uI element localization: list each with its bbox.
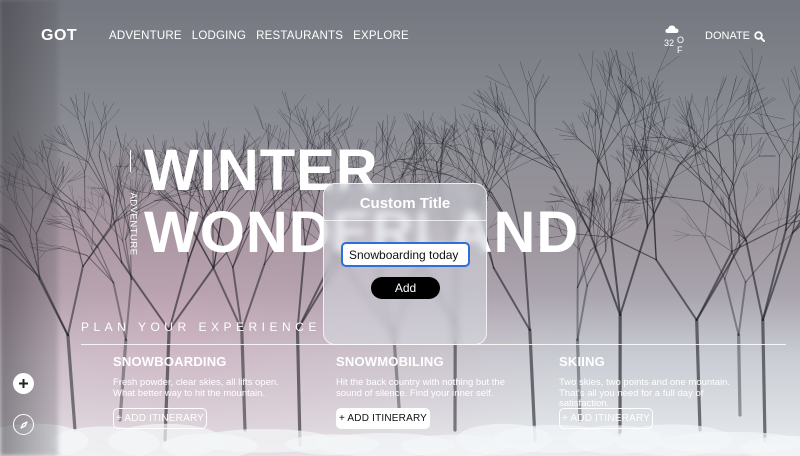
hero-category: ADVENTURE bbox=[124, 150, 139, 256]
menu-item-explore[interactable]: EXPLORE bbox=[353, 30, 409, 42]
top-nav: GOT ADVENTURE LODGING RESTAURANTS EXPLOR… bbox=[0, 0, 800, 70]
menu-item-adventure[interactable]: ADVENTURE bbox=[109, 30, 182, 42]
compass-button[interactable] bbox=[13, 414, 34, 435]
hero-category-rule bbox=[130, 150, 131, 172]
card-description: Two skies, two points and one mountain. … bbox=[559, 377, 731, 409]
title-input[interactable] bbox=[341, 242, 470, 267]
card-description: Fresh powder, clear skies, all lifts ope… bbox=[113, 377, 279, 399]
plan-divider bbox=[81, 344, 786, 345]
menu-item-lodging[interactable]: LODGING bbox=[192, 30, 246, 42]
site-logo[interactable]: GOT bbox=[41, 27, 77, 45]
card-title: SNOWBOARDING bbox=[113, 354, 227, 369]
weather-widget: 32 O F bbox=[663, 24, 695, 55]
search-icon[interactable] bbox=[754, 30, 766, 42]
add-itinerary-button[interactable]: + ADD ITINERARY bbox=[113, 408, 207, 429]
menu-item-restaurants[interactable]: RESTAURANTS bbox=[256, 30, 343, 42]
main-menu: ADVENTURE LODGING RESTAURANTS EXPLORE bbox=[109, 30, 409, 42]
add-itinerary-button[interactable]: + ADD ITINERARY bbox=[559, 408, 653, 429]
card-snowboarding: SNOWBOARDING Fresh powder, clear skies, … bbox=[113, 354, 313, 429]
dialog-divider bbox=[324, 220, 486, 221]
plan-heading: PLAN YOUR EXPERIENCE bbox=[81, 320, 321, 334]
temperature-value: 32 bbox=[664, 38, 675, 48]
compass-icon bbox=[19, 420, 28, 429]
add-button[interactable]: Add bbox=[371, 277, 440, 299]
page: GOT ADVENTURE LODGING RESTAURANTS EXPLOR… bbox=[0, 0, 800, 456]
temperature-unit: O F bbox=[677, 35, 688, 55]
dialog-title: Custom Title bbox=[359, 195, 451, 212]
donate-link[interactable]: DONATE bbox=[705, 30, 766, 42]
plus-icon bbox=[19, 379, 28, 388]
custom-title-dialog: Custom Title Add bbox=[323, 183, 487, 345]
card-title: SNOWMOBILING bbox=[336, 354, 444, 369]
cloud-snow-icon bbox=[665, 25, 679, 33]
hero-category-label: ADVENTURE bbox=[127, 192, 139, 256]
card-title: SKIING bbox=[559, 354, 605, 369]
add-button-floating[interactable] bbox=[13, 373, 34, 394]
card-snowmobiling: SNOWMOBILING Hit the back country with n… bbox=[336, 354, 536, 429]
card-description: Hit the back country with nothing but th… bbox=[336, 377, 505, 399]
donate-label: DONATE bbox=[705, 30, 751, 42]
add-itinerary-button[interactable]: + ADD ITINERARY bbox=[336, 408, 430, 429]
card-skiing: SKIING Two skies, two points and one mou… bbox=[559, 354, 759, 429]
